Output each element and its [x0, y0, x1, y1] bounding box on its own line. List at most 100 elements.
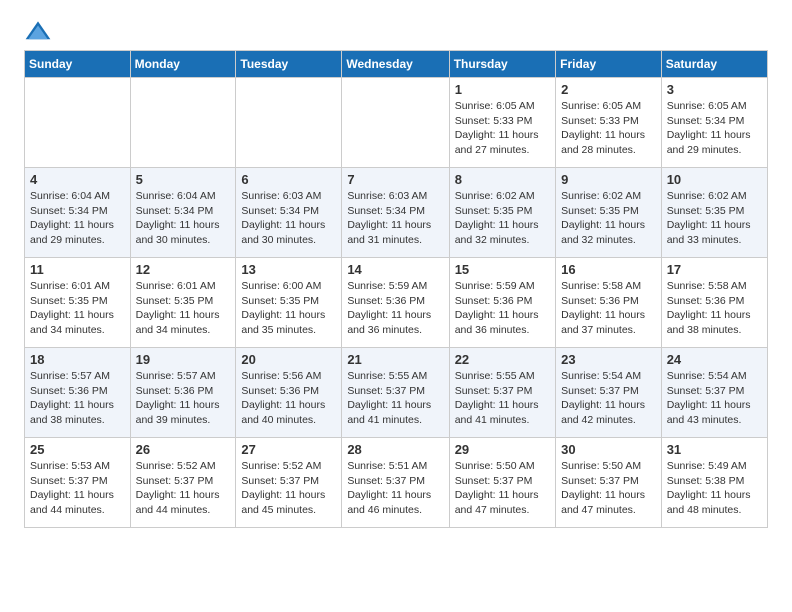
day-number: 14: [347, 262, 443, 277]
day-info: Sunrise: 5:52 AM Sunset: 5:37 PM Dayligh…: [241, 459, 336, 518]
day-number: 18: [30, 352, 125, 367]
day-info: Sunrise: 5:58 AM Sunset: 5:36 PM Dayligh…: [667, 279, 762, 338]
day-number: 23: [561, 352, 656, 367]
header-tuesday: Tuesday: [236, 51, 342, 78]
day-number: 2: [561, 82, 656, 97]
calendar-cell: [25, 78, 131, 168]
day-info: Sunrise: 6:01 AM Sunset: 5:35 PM Dayligh…: [136, 279, 231, 338]
day-number: 1: [455, 82, 550, 97]
day-info: Sunrise: 5:54 AM Sunset: 5:37 PM Dayligh…: [561, 369, 656, 428]
day-number: 20: [241, 352, 336, 367]
calendar-cell: 31Sunrise: 5:49 AM Sunset: 5:38 PM Dayli…: [661, 438, 767, 528]
calendar-cell: 10 Sunrise: 6:02 AM Sunset: 5:35 PM Dayli…: [661, 168, 767, 258]
day-number: 22: [455, 352, 550, 367]
header-friday: Friday: [556, 51, 662, 78]
day-info: Sunrise: 5:59 AM Sunset: 5:36 PM Dayligh…: [455, 279, 550, 338]
day-info: Sunrise: 6:02 AM Sunset: 5:35 PM Dayligh…: [561, 189, 656, 248]
day-number: 3: [667, 82, 762, 97]
header-wednesday: Wednesday: [342, 51, 449, 78]
calendar-table: SundayMondayTuesdayWednesdayThursdayFrid…: [24, 50, 768, 528]
calendar-cell: 25 Sunrise: 5:53 AM Sunset: 5:37 PM Dayli…: [25, 438, 131, 528]
calendar-cell: 27 Sunrise: 5:52 AM Sunset: 5:37 PM Dayli…: [236, 438, 342, 528]
day-number: 29: [455, 442, 550, 457]
calendar-cell: 7Sunrise: 6:03 AM Sunset: 5:34 PM Daylig…: [342, 168, 449, 258]
calendar-cell: 6Sunrise: 6:03 AM Sunset: 5:34 PM Daylig…: [236, 168, 342, 258]
day-number: 15: [455, 262, 550, 277]
day-number: 4: [30, 172, 125, 187]
page-header: [24, 20, 768, 42]
calendar-cell: 30 Sunrise: 5:50 AM Sunset: 5:37 PM Dayli…: [556, 438, 662, 528]
day-number: 13: [241, 262, 336, 277]
day-info: Sunrise: 5:57 AM Sunset: 5:36 PM Dayligh…: [136, 369, 231, 428]
calendar-cell: 28 Sunrise: 5:51 AM Sunset: 5:37 PM Dayli…: [342, 438, 449, 528]
calendar-cell: 4 Sunrise: 6:04 AM Sunset: 5:34 PM Daylig…: [25, 168, 131, 258]
header-sunday: Sunday: [25, 51, 131, 78]
day-number: 27: [241, 442, 336, 457]
day-info: Sunrise: 6:04 AM Sunset: 5:34 PM Dayligh…: [30, 189, 125, 248]
day-number: 28: [347, 442, 443, 457]
calendar-cell: [130, 78, 236, 168]
week-row-2: 4 Sunrise: 6:04 AM Sunset: 5:34 PM Daylig…: [25, 168, 768, 258]
week-row-1: 1 Sunrise: 6:05 AM Sunset: 5:33 PM Daylig…: [25, 78, 768, 168]
day-number: 24: [667, 352, 762, 367]
day-info: Sunrise: 5:52 AM Sunset: 5:37 PM Dayligh…: [136, 459, 231, 518]
day-info: Sunrise: 5:59 AM Sunset: 5:36 PM Dayligh…: [347, 279, 443, 338]
calendar-cell: 26Sunrise: 5:52 AM Sunset: 5:37 PM Dayli…: [130, 438, 236, 528]
day-number: 12: [136, 262, 231, 277]
header-saturday: Saturday: [661, 51, 767, 78]
header-monday: Monday: [130, 51, 236, 78]
calendar-cell: 22 Sunrise: 5:55 AM Sunset: 5:37 PM Dayli…: [449, 348, 555, 438]
calendar-cell: 24Sunrise: 5:54 AM Sunset: 5:37 PM Dayli…: [661, 348, 767, 438]
calendar-cell: 19 Sunrise: 5:57 AM Sunset: 5:36 PM Dayli…: [130, 348, 236, 438]
day-info: Sunrise: 5:58 AM Sunset: 5:36 PM Dayligh…: [561, 279, 656, 338]
calendar-cell: [236, 78, 342, 168]
day-info: Sunrise: 6:01 AM Sunset: 5:35 PM Dayligh…: [30, 279, 125, 338]
header-thursday: Thursday: [449, 51, 555, 78]
calendar-cell: 23 Sunrise: 5:54 AM Sunset: 5:37 PM Dayli…: [556, 348, 662, 438]
calendar-cell: 17 Sunrise: 5:58 AM Sunset: 5:36 PM Dayli…: [661, 258, 767, 348]
day-info: Sunrise: 6:03 AM Sunset: 5:34 PM Dayligh…: [241, 189, 336, 248]
day-info: Sunrise: 6:02 AM Sunset: 5:35 PM Dayligh…: [667, 189, 762, 248]
calendar-cell: 9 Sunrise: 6:02 AM Sunset: 5:35 PM Daylig…: [556, 168, 662, 258]
calendar-cell: 20 Sunrise: 5:56 AM Sunset: 5:36 PM Dayli…: [236, 348, 342, 438]
calendar-cell: 16 Sunrise: 5:58 AM Sunset: 5:36 PM Dayli…: [556, 258, 662, 348]
day-info: Sunrise: 5:55 AM Sunset: 5:37 PM Dayligh…: [347, 369, 443, 428]
calendar-cell: 12 Sunrise: 6:01 AM Sunset: 5:35 PM Dayli…: [130, 258, 236, 348]
day-number: 31: [667, 442, 762, 457]
day-info: Sunrise: 6:02 AM Sunset: 5:35 PM Dayligh…: [455, 189, 550, 248]
header-row: SundayMondayTuesdayWednesdayThursdayFrid…: [25, 51, 768, 78]
calendar-cell: 11Sunrise: 6:01 AM Sunset: 5:35 PM Dayli…: [25, 258, 131, 348]
calendar-cell: 18Sunrise: 5:57 AM Sunset: 5:36 PM Dayli…: [25, 348, 131, 438]
calendar-cell: 21 Sunrise: 5:55 AM Sunset: 5:37 PM Dayli…: [342, 348, 449, 438]
calendar-cell: 3 Sunrise: 6:05 AM Sunset: 5:34 PM Daylig…: [661, 78, 767, 168]
day-info: Sunrise: 6:00 AM Sunset: 5:35 PM Dayligh…: [241, 279, 336, 338]
week-row-4: 18 Sunrise: 5:57 AM Sunset: 5:36 PM Dayli…: [25, 348, 768, 438]
day-info: Sunrise: 5:50 AM Sunset: 5:37 PM Dayligh…: [561, 459, 656, 518]
day-info: Sunrise: 6:05 AM Sunset: 5:33 PM Dayligh…: [561, 99, 656, 158]
day-number: 25: [30, 442, 125, 457]
day-info: Sunrise: 5:55 AM Sunset: 5:37 PM Dayligh…: [455, 369, 550, 428]
day-info: Sunrise: 5:53 AM Sunset: 5:37 PM Dayligh…: [30, 459, 125, 518]
day-number: 8: [455, 172, 550, 187]
logo: [24, 20, 56, 42]
calendar-cell: 13 Sunrise: 6:00 AM Sunset: 5:35 PM Dayli…: [236, 258, 342, 348]
day-info: Sunrise: 6:03 AM Sunset: 5:34 PM Dayligh…: [347, 189, 443, 248]
calendar-cell: 5Sunrise: 6:04 AM Sunset: 5:34 PM Daylig…: [130, 168, 236, 258]
week-row-5: 25 Sunrise: 5:53 AM Sunset: 5:37 PM Dayli…: [25, 438, 768, 528]
calendar-cell: 29Sunrise: 5:50 AM Sunset: 5:37 PM Dayli…: [449, 438, 555, 528]
calendar-cell: 8 Sunrise: 6:02 AM Sunset: 5:35 PM Daylig…: [449, 168, 555, 258]
calendar-cell: 1Sunrise: 6:05 AM Sunset: 5:33 PM Daylig…: [449, 78, 555, 168]
week-row-3: 11Sunrise: 6:01 AM Sunset: 5:35 PM Dayli…: [25, 258, 768, 348]
logo-icon: [24, 20, 52, 42]
day-number: 21: [347, 352, 443, 367]
day-info: Sunrise: 5:56 AM Sunset: 5:36 PM Dayligh…: [241, 369, 336, 428]
calendar-cell: 2 Sunrise: 6:05 AM Sunset: 5:33 PM Daylig…: [556, 78, 662, 168]
day-info: Sunrise: 6:05 AM Sunset: 5:34 PM Dayligh…: [667, 99, 762, 158]
day-info: Sunrise: 5:51 AM Sunset: 5:37 PM Dayligh…: [347, 459, 443, 518]
day-number: 19: [136, 352, 231, 367]
day-number: 30: [561, 442, 656, 457]
day-number: 17: [667, 262, 762, 277]
day-number: 16: [561, 262, 656, 277]
day-number: 9: [561, 172, 656, 187]
day-number: 10: [667, 172, 762, 187]
